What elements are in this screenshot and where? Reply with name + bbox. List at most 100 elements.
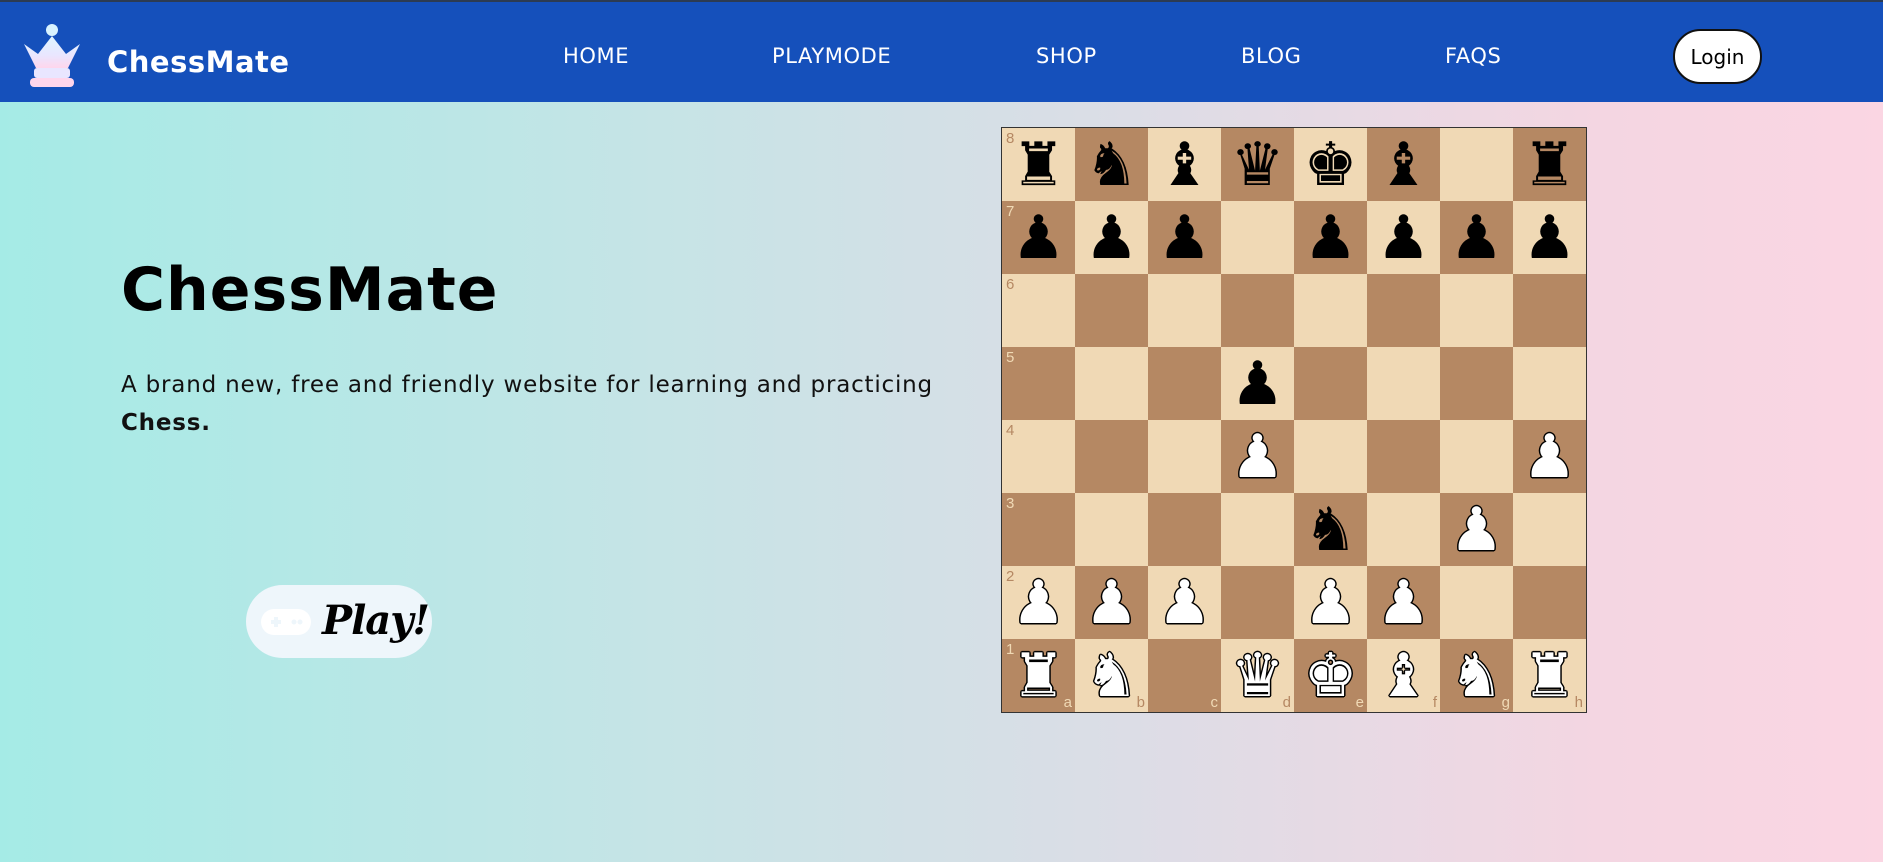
nav-blog[interactable]: BLOG [1241,44,1302,68]
square-c5[interactable] [1148,347,1221,420]
square-f3[interactable] [1367,493,1440,566]
black-bishop-icon[interactable]: ♝ [1158,135,1212,195]
black-pawn-icon[interactable]: ♟ [1012,208,1066,268]
square-c1[interactable]: c [1148,639,1221,712]
login-button[interactable]: Login [1673,29,1762,84]
square-h4[interactable]: ♟ [1513,420,1586,493]
square-e5[interactable] [1294,347,1367,420]
black-pawn-icon[interactable]: ♟ [1231,354,1285,414]
square-g8[interactable] [1440,128,1513,201]
black-rook-icon[interactable]: ♜ [1523,135,1577,195]
white-pawn-icon[interactable]: ♟ [1085,573,1139,633]
square-g5[interactable] [1440,347,1513,420]
square-h1[interactable]: h ♜ [1513,639,1586,712]
square-f8[interactable]: ♝ [1367,128,1440,201]
square-f7[interactable]: ♟ [1367,201,1440,274]
nav-home[interactable]: HOME [563,44,629,68]
square-f6[interactable] [1367,274,1440,347]
black-pawn-icon[interactable]: ♟ [1304,208,1358,268]
nav-faqs[interactable]: FAQS [1445,44,1501,68]
square-b6[interactable] [1075,274,1148,347]
square-a6[interactable]: 6 [1002,274,1075,347]
white-rook-icon[interactable]: ♜ [1012,646,1066,706]
square-f5[interactable] [1367,347,1440,420]
black-pawn-icon[interactable]: ♟ [1085,208,1139,268]
square-a3[interactable]: 3 [1002,493,1075,566]
white-pawn-icon[interactable]: ♟ [1450,500,1504,560]
crown-logo-icon[interactable] [20,22,84,90]
white-pawn-icon[interactable]: ♟ [1231,427,1285,487]
square-e8[interactable]: ♚ [1294,128,1367,201]
black-king-icon[interactable]: ♚ [1304,135,1358,195]
square-a1[interactable]: 1 a ♜ [1002,639,1075,712]
black-pawn-icon[interactable]: ♟ [1523,208,1577,268]
square-f2[interactable]: ♟ [1367,566,1440,639]
black-pawn-icon[interactable]: ♟ [1450,208,1504,268]
black-pawn-icon[interactable]: ♟ [1377,208,1431,268]
square-b1[interactable]: b ♞ [1075,639,1148,712]
white-pawn-icon[interactable]: ♟ [1523,427,1577,487]
square-a2[interactable]: 2 ♟ [1002,566,1075,639]
square-h2[interactable] [1513,566,1586,639]
black-bishop-icon[interactable]: ♝ [1377,135,1431,195]
white-knight-icon[interactable]: ♞ [1450,646,1504,706]
square-c6[interactable] [1148,274,1221,347]
black-knight-icon[interactable]: ♞ [1085,135,1139,195]
square-h8[interactable]: ♜ [1513,128,1586,201]
square-f4[interactable] [1367,420,1440,493]
square-c3[interactable] [1148,493,1221,566]
white-knight-icon[interactable]: ♞ [1085,646,1139,706]
square-b7[interactable]: ♟ [1075,201,1148,274]
square-d3[interactable] [1221,493,1294,566]
square-a7[interactable]: 7 ♟ [1002,201,1075,274]
square-h5[interactable] [1513,347,1586,420]
square-c8[interactable]: ♝ [1148,128,1221,201]
square-b5[interactable] [1075,347,1148,420]
white-pawn-icon[interactable]: ♟ [1158,573,1212,633]
square-c4[interactable] [1148,420,1221,493]
square-g3[interactable]: ♟ [1440,493,1513,566]
square-b8[interactable]: ♞ [1075,128,1148,201]
white-pawn-icon[interactable]: ♟ [1377,573,1431,633]
square-d7[interactable] [1221,201,1294,274]
square-b2[interactable]: ♟ [1075,566,1148,639]
square-a8[interactable]: 8 ♜ [1002,128,1075,201]
square-d1[interactable]: d ♛ [1221,639,1294,712]
black-knight-icon[interactable]: ♞ [1304,500,1358,560]
chessboard[interactable]: 8 ♜ ♞ ♝ ♛ ♚ ♝ ♜ 7 ♟ ♟ ♟ ♟ ♟ ♟ ♟ 6 5 ♟ 4 ♟ ♟ 3 ♞ ♟ 2 ♟ ♟ ♟ ♟ ♟ 1 a ♜ b ♞ c d ♛ e… [1001,127,1587,713]
black-queen-icon[interactable]: ♛ [1231,135,1285,195]
brand-name[interactable]: ChessMate [107,45,290,79]
square-e7[interactable]: ♟ [1294,201,1367,274]
white-bishop-icon[interactable]: ♝ [1377,646,1431,706]
square-h6[interactable] [1513,274,1586,347]
white-king-icon[interactable]: ♚ [1304,646,1358,706]
square-e2[interactable]: ♟ [1294,566,1367,639]
square-d5[interactable]: ♟ [1221,347,1294,420]
square-d4[interactable]: ♟ [1221,420,1294,493]
nav-playmode[interactable]: PLAYMODE [772,44,891,68]
square-g2[interactable] [1440,566,1513,639]
square-a4[interactable]: 4 [1002,420,1075,493]
white-rook-icon[interactable]: ♜ [1523,646,1577,706]
square-e4[interactable] [1294,420,1367,493]
square-a5[interactable]: 5 [1002,347,1075,420]
square-d6[interactable] [1221,274,1294,347]
square-f1[interactable]: f ♝ [1367,639,1440,712]
black-pawn-icon[interactable]: ♟ [1158,208,1212,268]
square-g1[interactable]: g ♞ [1440,639,1513,712]
square-g4[interactable] [1440,420,1513,493]
square-g7[interactable]: ♟ [1440,201,1513,274]
square-h3[interactable] [1513,493,1586,566]
black-rook-icon[interactable]: ♜ [1012,135,1066,195]
square-c7[interactable]: ♟ [1148,201,1221,274]
white-queen-icon[interactable]: ♛ [1231,646,1285,706]
play-button[interactable]: Play! [246,585,432,658]
square-e1[interactable]: e ♚ [1294,639,1367,712]
square-b4[interactable] [1075,420,1148,493]
square-d8[interactable]: ♛ [1221,128,1294,201]
square-d2[interactable] [1221,566,1294,639]
nav-shop[interactable]: SHOP [1036,44,1097,68]
white-pawn-icon[interactable]: ♟ [1304,573,1358,633]
white-pawn-icon[interactable]: ♟ [1012,573,1066,633]
square-e6[interactable] [1294,274,1367,347]
